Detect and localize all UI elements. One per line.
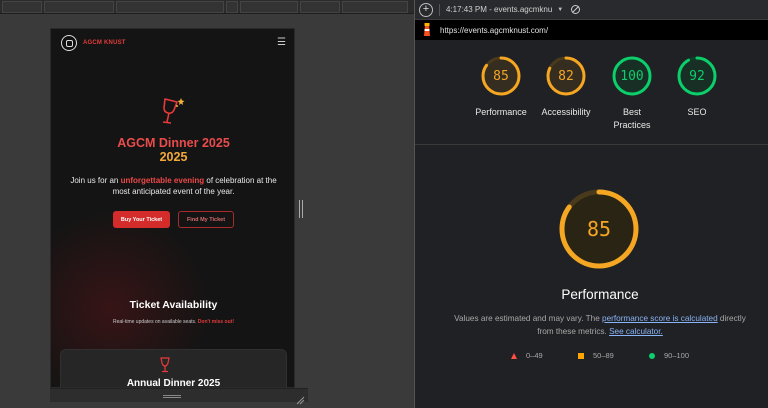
toolbar-segment[interactable] <box>116 1 224 13</box>
score-note: Values are estimated and may vary. The p… <box>445 312 755 338</box>
hero-title: AGCM Dinner 2025 2025 <box>51 136 294 164</box>
section-divider <box>415 144 768 145</box>
legend-average: 50–89 <box>578 351 614 360</box>
site-logo[interactable] <box>61 35 77 51</box>
hamburger-menu-icon[interactable]: ☰ <box>277 38 286 48</box>
wine-glass-icon <box>161 96 187 131</box>
toolbar-divider <box>439 3 440 16</box>
legend-pass: 90–100 <box>649 351 689 360</box>
new-report-icon[interactable]: + <box>419 2 433 17</box>
legend-fail: 0–49 <box>511 351 543 360</box>
average-square-icon <box>578 352 584 359</box>
resize-grip-icon[interactable] <box>299 200 303 218</box>
score-gauge[interactable]: 92 <box>675 54 719 98</box>
score-gauge[interactable]: 100 <box>610 54 654 98</box>
resize-corner-icon[interactable] <box>296 392 305 405</box>
note-text: Values are estimated and may vary. The <box>454 314 603 323</box>
lighthouse-logo-icon <box>424 23 430 36</box>
score-value: 92 <box>689 68 705 84</box>
main-score-label: Performance <box>561 287 639 302</box>
hero-subtitle: Join us for an unforgettable evening of … <box>61 175 286 197</box>
report-selector[interactable]: 4:17:43 PM - events.agcmknu <box>446 5 552 14</box>
score-gauge[interactable]: 82 <box>544 54 588 98</box>
device-emulation-pane: AGCM KNUST ☰ AGCM Dinner 2025 2025 Join … <box>0 0 414 408</box>
hero-title-line-1: AGCM Dinner 2025 <box>117 136 230 150</box>
device-viewport: AGCM KNUST ☰ AGCM Dinner 2025 2025 Join … <box>50 28 295 388</box>
toolbar-segment[interactable] <box>226 1 238 13</box>
fail-triangle-icon <box>511 352 517 359</box>
main-performance-gauge: 85 <box>558 188 640 270</box>
chevron-down-icon[interactable]: ▼ <box>557 7 563 13</box>
screen: AGCM KNUST ☰ AGCM Dinner 2025 2025 Join … <box>0 0 768 408</box>
score-label: SEO <box>687 107 707 117</box>
availability-sub-text: Real-time updates on available seats. <box>113 319 198 325</box>
toolbar-segment[interactable] <box>300 1 340 13</box>
score-value: 100 <box>620 68 644 84</box>
legend-label: 50–89 <box>593 351 614 360</box>
buy-ticket-button[interactable]: Buy Your Ticket <box>113 211 170 228</box>
availability-subtitle: Real-time updates on available seats. Do… <box>51 319 294 325</box>
hero-title-line-2: 2025 <box>159 150 188 164</box>
wine-glass-small-icon <box>159 357 171 378</box>
score-gauge[interactable]: 85 <box>479 54 523 98</box>
lighthouse-toolbar: + 4:17:43 PM - events.agcmknu ▼ <box>415 0 768 20</box>
toolbar-segment[interactable] <box>240 1 298 13</box>
score-label: Best Practices <box>613 107 651 130</box>
toolbar-segment[interactable] <box>2 1 42 13</box>
score-value: 82 <box>558 68 574 84</box>
devtools-toolbar <box>0 0 414 14</box>
report-url-bar: https://events.agcmknust.com/ <box>415 20 768 40</box>
hero-sub-highlight: unforgettable evening <box>120 176 205 185</box>
score-calculated-link[interactable]: performance score is calculated <box>602 314 718 323</box>
event-card-title: Annual Dinner 2025 <box>126 378 221 388</box>
site-header: AGCM KNUST ☰ <box>51 29 294 57</box>
availability-sub-highlight: Don't miss out! <box>197 319 234 325</box>
score-label: Accessibility <box>541 107 591 117</box>
legend-label: 0–49 <box>526 351 543 360</box>
see-calculator-link[interactable]: See calculator. <box>609 327 663 336</box>
report-url[interactable]: https://events.agcmknust.com/ <box>440 26 548 35</box>
clear-icon[interactable] <box>571 5 581 14</box>
score-label: Performance <box>475 107 527 117</box>
hero-sub-text: Join us for an <box>70 176 121 185</box>
toolbar-segment[interactable] <box>342 1 408 13</box>
legend-label: 90–100 <box>664 351 690 360</box>
site-name[interactable]: AGCM KNUST <box>83 40 126 46</box>
pass-circle-icon <box>649 352 655 359</box>
score-value: 85 <box>493 68 509 84</box>
toolbar-segment[interactable] <box>44 1 114 13</box>
availability-title: Ticket Availability <box>129 299 218 311</box>
find-ticket-button[interactable]: Find My Ticket <box>178 211 234 228</box>
resize-grip-icon[interactable] <box>163 395 181 398</box>
lighthouse-report-pane: + 4:17:43 PM - events.agcmknu ▼ https://… <box>414 0 768 408</box>
main-score-value: 85 <box>586 217 612 241</box>
